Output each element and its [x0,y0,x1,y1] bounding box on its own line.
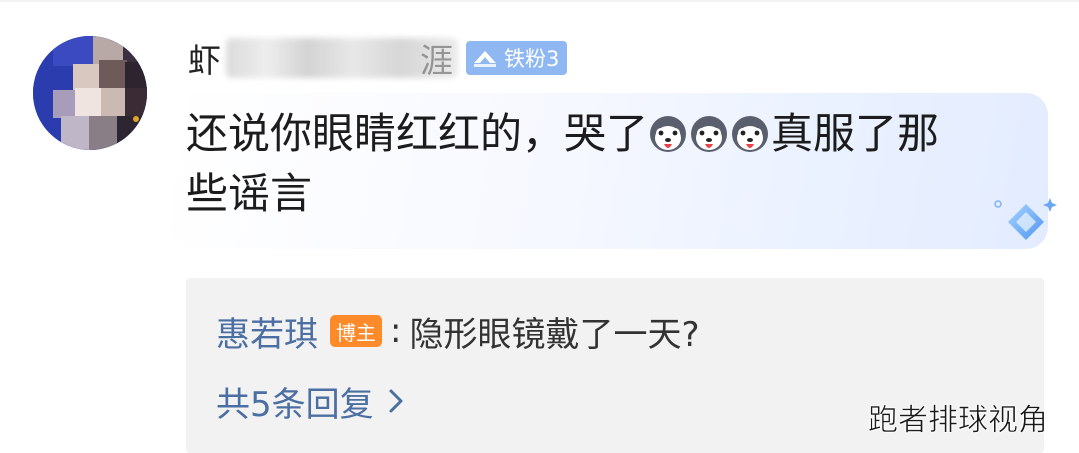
avatar[interactable] [33,36,147,150]
diamond-sparkle-icon [994,198,1057,240]
chevron-right-icon [389,389,403,413]
comment-card: 虾 涯 铁粉3 还说你眼睛红红的，哭了 真服了那 些谣言 惠若琪 博主: 隐形… [0,0,1079,453]
watermark: 跑者排球视角 [868,403,1049,439]
username-first-char: 虾 [188,41,222,80]
divider [0,0,1079,2]
comment-username[interactable]: 虾 涯 铁粉3 [188,36,568,80]
reply-separator: : [390,311,402,351]
fan-badge-label: 铁粉3 [504,47,560,71]
fan-badge[interactable]: 铁粉3 [466,41,568,75]
comment-text-part2: 真服了那 [771,109,940,158]
reply-author-name[interactable]: 惠若琪 [216,307,318,356]
husky-emoji-icon [650,116,687,152]
comment-text-line2: 些谣言 [186,169,313,218]
comment-text: 还说你眼睛红红的，哭了 真服了那 些谣言 [186,104,1026,224]
blogger-badge: 博主 [330,315,382,347]
reply-line[interactable]: 惠若琪 博主 : 隐形眼镜戴了一天? [216,305,700,357]
husky-emoji-icon [732,116,769,152]
fan-level-icon [474,51,496,67]
username-last-char: 涯 [420,41,454,80]
comment-text-part1: 还说你眼睛红红的，哭了 [186,109,649,158]
reply-count-label: 共5条回复 [216,384,374,425]
view-replies-link[interactable]: 共5条回复 [216,376,404,426]
husky-emoji-icon [691,116,728,152]
reply-content: 隐形眼镜戴了一天? [409,314,700,355]
